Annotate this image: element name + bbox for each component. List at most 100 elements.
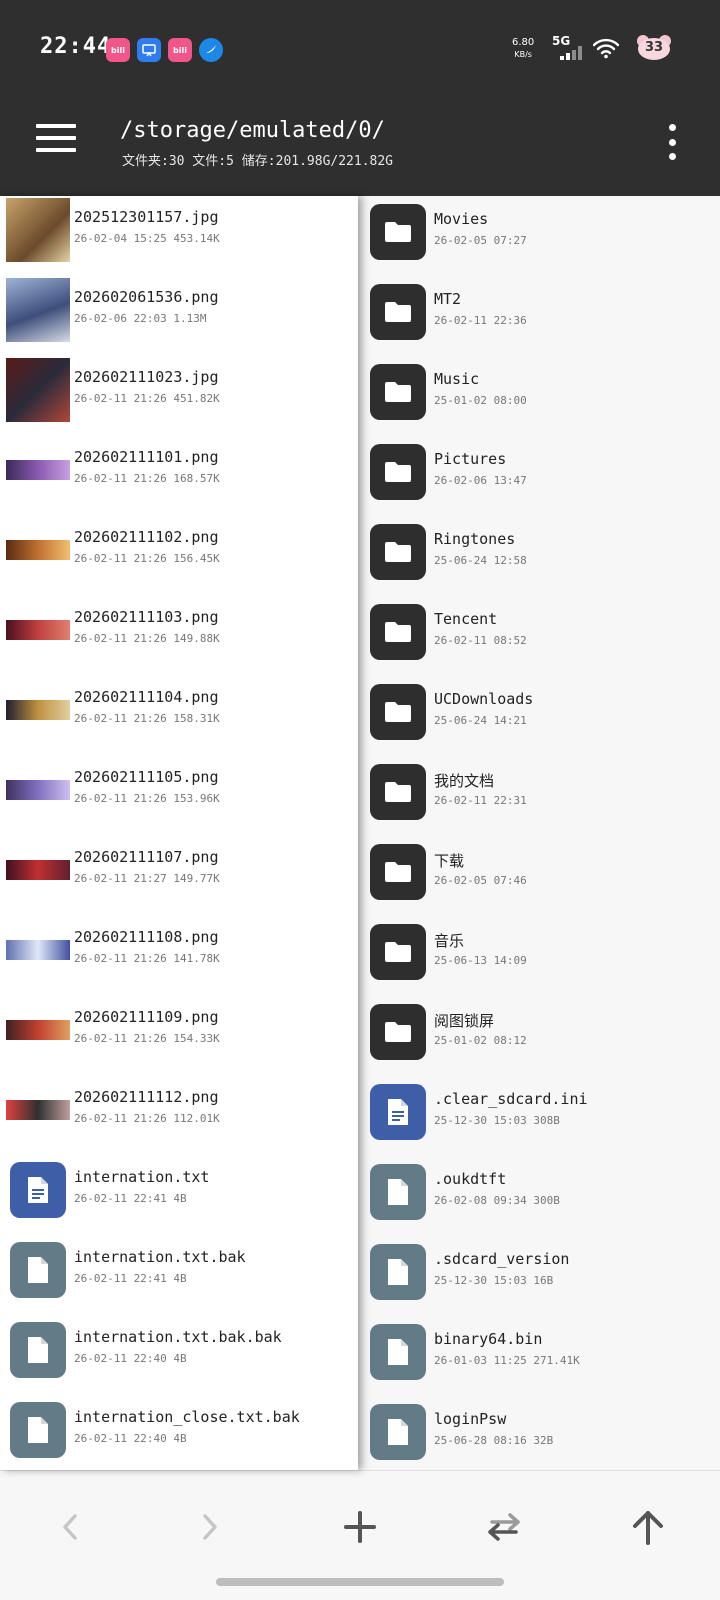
folder-icon: [370, 524, 426, 580]
file-name: Pictures: [434, 450, 507, 468]
file-name: 202602111023.jpg: [74, 368, 219, 386]
file-name: 我的文档: [434, 772, 495, 790]
file-row[interactable]: Tencent 26-02-11 08:52: [360, 596, 720, 676]
file-row[interactable]: 202602111101.png 26-02-11 21:26 168.57K: [0, 434, 358, 514]
back-button[interactable]: [40, 1497, 100, 1557]
forward-icon: [203, 1514, 217, 1540]
file-row[interactable]: 阅图锁屏 25-01-02 08:12: [360, 996, 720, 1076]
signal-icon: [560, 44, 584, 60]
file-row[interactable]: internation_close.txt.bak 26-02-11 22:40 …: [0, 1394, 358, 1470]
folder-icon: [370, 844, 426, 900]
file-name: internation.txt: [74, 1168, 210, 1186]
file-row[interactable]: 我的文档 26-02-11 22:31: [360, 756, 720, 836]
storage-summary: 文件夹:30 文件:5 储存:201.98G/221.82G: [122, 154, 394, 169]
network-speed: 6.80 KB/s: [512, 37, 534, 61]
file-meta: 26-02-11 22:41 4B: [74, 1272, 187, 1285]
file-row[interactable]: 下载 26-02-05 07:46: [360, 836, 720, 916]
menu-button[interactable]: [36, 124, 76, 154]
file-meta: 25-12-30 15:03 16B: [434, 1274, 554, 1287]
file-row[interactable]: 202602111107.png 26-02-11 21:27 149.77K: [0, 834, 358, 914]
file-row[interactable]: Movies 26-02-05 07:27: [360, 196, 720, 276]
file-name: 202602111109.png: [74, 1008, 219, 1026]
file-meta: 26-01-03 11:25 271.41K: [434, 1354, 580, 1367]
file-meta: 26-02-11 21:27 149.77K: [74, 872, 220, 885]
forward-button[interactable]: [180, 1497, 240, 1557]
file-row[interactable]: MT2 26-02-11 22:36: [360, 276, 720, 356]
wifi-icon: [593, 38, 619, 59]
file-name: internation.txt.bak: [74, 1248, 246, 1266]
file-meta: 26-02-11 21:26 153.96K: [74, 792, 220, 805]
speed-value: 6.80: [512, 37, 535, 48]
speed-unit: KB/s: [514, 50, 532, 59]
file-row[interactable]: 202602111103.png 26-02-11 21:26 149.88K: [0, 594, 358, 674]
file-row[interactable]: 202602111112.png 26-02-11 21:26 112.01K: [0, 1074, 358, 1154]
file-row[interactable]: Pictures 26-02-06 13:47: [360, 436, 720, 516]
file-row[interactable]: 202602111023.jpg 26-02-11 21:26 451.82K: [0, 354, 358, 434]
file-meta: 26-02-06 22:03 1.13M: [74, 312, 207, 325]
file-name: 202602061536.png: [74, 288, 219, 306]
file-row[interactable]: loginPsw 25-06-28 08:16 32B: [360, 1396, 720, 1470]
left-file-pane[interactable]: 202512301157.jpg 26-02-04 15:25 453.14K 20…: [0, 196, 358, 1470]
file-meta: 25-01-02 08:12: [434, 1034, 527, 1047]
file-row[interactable]: .clear_sdcard.ini 25-12-30 15:03 308B: [360, 1076, 720, 1156]
current-path[interactable]: /storage/emulated/0/: [120, 118, 385, 143]
image-thumbnail: [6, 838, 70, 902]
file-name: UCDownloads: [434, 690, 534, 708]
file-row[interactable]: UCDownloads 25-06-24 14:21: [360, 676, 720, 756]
file-name: 202602111102.png: [74, 528, 219, 546]
image-thumbnail: [6, 598, 70, 662]
file-name: 202602111107.png: [74, 848, 219, 866]
file-name: binary64.bin: [434, 1330, 543, 1348]
file-meta: 26-02-11 21:26 141.78K: [74, 952, 220, 965]
file-row[interactable]: internation.txt.bak 26-02-11 22:41 4B: [0, 1234, 358, 1314]
file-name: 阅图锁屏: [434, 1012, 495, 1030]
image-thumbnail: [6, 998, 70, 1062]
battery-level: 33: [644, 40, 664, 55]
file-meta: 25-06-13 14:09: [434, 954, 527, 967]
file-name: MT2: [434, 290, 462, 308]
file-row[interactable]: internation.txt.bak.bak 26-02-11 22:40 4B: [0, 1314, 358, 1394]
browser-icon: [199, 38, 223, 62]
file-row[interactable]: internation.txt 26-02-11 22:41 4B: [0, 1154, 358, 1234]
bilibili-icon: bili: [106, 38, 130, 62]
file-meta: 26-02-11 21:26 158.31K: [74, 712, 220, 725]
file-name: .sdcard_version: [434, 1250, 570, 1268]
right-file-pane[interactable]: Movies 26-02-05 07:27 MT2 26-02-11 22:36 Mus…: [360, 196, 720, 1470]
file-name: 202512301157.jpg: [74, 208, 219, 226]
overflow-menu-button[interactable]: [664, 124, 680, 160]
file-meta: 26-02-06 13:47: [434, 474, 527, 487]
folder-icon: [370, 364, 426, 420]
file-row[interactable]: 202512301157.jpg 26-02-04 15:25 453.14K: [0, 196, 358, 274]
file-row[interactable]: .oukdtft 26-02-08 09:34 300B: [360, 1156, 720, 1236]
file-row[interactable]: 202602111102.png 26-02-11 21:26 156.45K: [0, 514, 358, 594]
image-thumbnail: [6, 758, 70, 822]
file-row[interactable]: 202602111104.png 26-02-11 21:26 158.31K: [0, 674, 358, 754]
file-meta: 26-02-04 15:25 453.14K: [74, 232, 220, 245]
add-button[interactable]: [330, 1497, 390, 1557]
file-row[interactable]: .sdcard_version 25-12-30 15:03 16B: [360, 1236, 720, 1316]
file-name: .oukdtft: [434, 1170, 507, 1188]
file-meta: 26-02-05 07:46: [434, 874, 527, 887]
file-meta: 26-02-11 22:31: [434, 794, 527, 807]
file-name: 音乐: [434, 932, 465, 950]
file-row[interactable]: 202602111109.png 26-02-11 21:26 154.33K: [0, 994, 358, 1074]
file-icon: [10, 1322, 66, 1378]
file-meta: 26-02-11 21:26 149.88K: [74, 632, 220, 645]
file-row[interactable]: 202602111105.png 26-02-11 21:26 153.96K: [0, 754, 358, 834]
file-row[interactable]: 音乐 25-06-13 14:09: [360, 916, 720, 996]
file-name: 下载: [434, 852, 465, 870]
file-row[interactable]: binary64.bin 26-01-03 11:25 271.41K: [360, 1316, 720, 1396]
file-row[interactable]: 202602061536.png 26-02-06 22:03 1.13M: [0, 274, 358, 354]
file-icon: [370, 1164, 426, 1220]
file-row[interactable]: Music 25-01-02 08:00: [360, 356, 720, 436]
folder-icon: [370, 684, 426, 740]
file-row[interactable]: Ringtones 25-06-24 12:58: [360, 516, 720, 596]
file-meta: 26-02-11 21:26 156.45K: [74, 552, 220, 565]
image-thumbnail: [6, 1078, 70, 1142]
parent-directory-button[interactable]: [618, 1497, 678, 1557]
file-meta: 26-02-11 21:26 451.82K: [74, 392, 220, 405]
swap-panes-button[interactable]: [474, 1497, 534, 1557]
battery-icon: 33: [635, 33, 673, 61]
file-row[interactable]: 202602111108.png 26-02-11 21:26 141.78K: [0, 914, 358, 994]
home-indicator[interactable]: [216, 1578, 504, 1586]
